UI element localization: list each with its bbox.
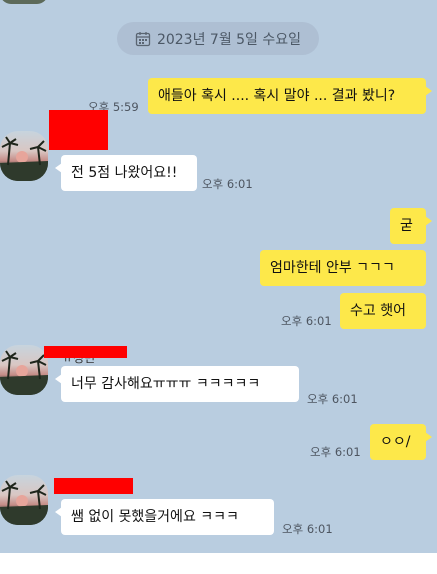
message-text: 애들아 혹시 .... 혹시 말야 ... 결과 봤니? xyxy=(158,88,396,104)
message-bubble[interactable]: 쌤 없이 못했을거에요 ㅋㅋㅋ xyxy=(55,499,274,535)
redacted-sender-name xyxy=(54,478,133,494)
message-bubble[interactable]: 너무 감사해요ㅠㅠㅠ ㅋㅋㅋㅋㅋ xyxy=(55,366,299,402)
message-text: 전 5점 나왔어요!! xyxy=(71,165,178,181)
message-bubble[interactable]: 수고 햇어 xyxy=(340,293,426,329)
message-time: 오후 6:01 xyxy=(307,392,358,406)
avatar[interactable] xyxy=(0,0,48,4)
avatar[interactable] xyxy=(0,131,48,181)
date-separator-label: 2023년 7월 5일 수요일 xyxy=(156,31,302,48)
sunset-palm-icon xyxy=(0,350,48,395)
avatar[interactable] xyxy=(0,345,48,395)
message-text: 수고 햇어 xyxy=(350,303,406,319)
message-bubble[interactable]: 애들아 혹시 .... 혹시 말야 ... 결과 봤니? xyxy=(148,78,432,114)
message-text: 너무 감사해요ㅠㅠㅠ ㅋㅋㅋㅋㅋ xyxy=(71,376,261,392)
redacted-sender-name xyxy=(49,110,108,150)
calendar-icon xyxy=(135,31,151,46)
message-text: ㅇㅇ/ xyxy=(380,434,411,450)
avatar[interactable] xyxy=(0,475,48,525)
message-time: 오후 6:01 xyxy=(282,522,333,536)
message-text: 쌤 없이 못했을거에요 ㅋㅋㅋ xyxy=(71,509,239,525)
message-bubble[interactable]: 엄마한테 안부 ㄱㄱㄱ xyxy=(260,250,426,286)
message-bubble[interactable]: 굳 xyxy=(390,208,432,244)
input-bar-edge xyxy=(0,553,437,574)
message-time: 오후 6:01 xyxy=(281,314,332,328)
sunset-palm-icon xyxy=(0,480,48,525)
message-bubble[interactable]: 전 5점 나왔어요!! xyxy=(55,155,197,191)
date-separator: 2023년 7월 5일 수요일 xyxy=(117,22,319,55)
message-time: 오후 6:01 xyxy=(310,445,361,459)
message-bubble[interactable]: ㅇㅇ/ xyxy=(370,424,432,460)
redacted-sender-name xyxy=(44,346,127,358)
message-time: 오후 6:01 xyxy=(202,177,253,191)
message-text: 굳 xyxy=(400,218,413,234)
sunset-palm-icon xyxy=(0,136,48,181)
message-text: 엄마한테 안부 ㄱㄱㄱ xyxy=(270,260,395,276)
